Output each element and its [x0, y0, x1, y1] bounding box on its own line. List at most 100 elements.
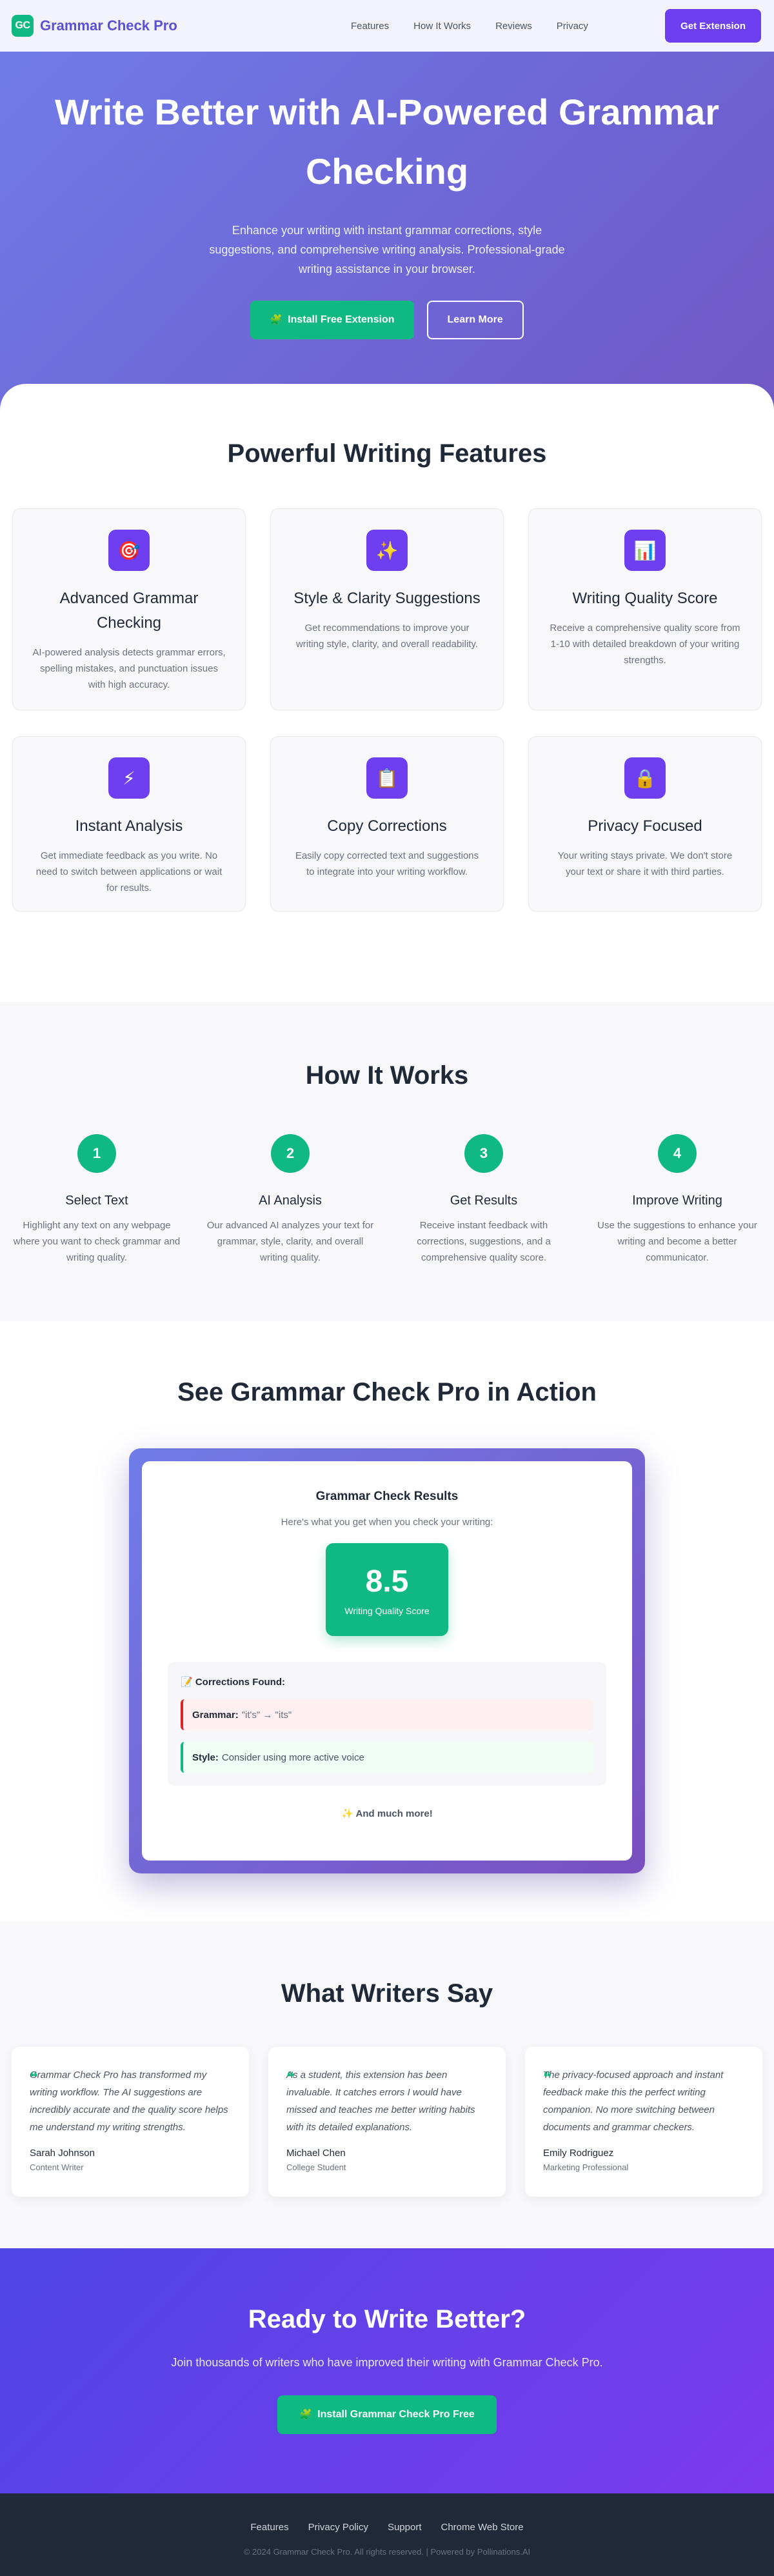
get-extension-button[interactable]: Get Extension — [665, 9, 761, 43]
step-title: Improve Writing — [632, 1193, 722, 1208]
score-label: Writing Quality Score — [344, 1605, 430, 1616]
testimonial-name: Emily Rodriguez — [543, 2148, 614, 2159]
install-grammar-check-pro-button[interactable]: 🧩 Install Grammar Check Pro Free — [277, 2395, 497, 2434]
grammar-value: "it's" → "its" — [241, 1709, 292, 1721]
step: 4 Improve Writing Use the suggestions to… — [593, 1134, 761, 1266]
footer-copyright: © 2024 Grammar Check Pro. All rights res… — [243, 2547, 531, 2557]
puzzle-icon: 🧩 — [270, 315, 283, 326]
install-button-label: Install Free Extension — [288, 314, 395, 325]
step: 3 Get Results Receive instant feedback w… — [400, 1134, 568, 1266]
footer-link-privacy-policy[interactable]: Privacy Policy — [308, 2522, 368, 2533]
demo-card: Grammar Check Results Here's what you ge… — [142, 1461, 632, 1861]
nav-link-privacy[interactable]: Privacy — [557, 21, 588, 32]
step-title: AI Analysis — [259, 1193, 322, 1208]
target-icon: 🎯 — [108, 530, 150, 571]
testimonial-name: Sarah Johnson — [30, 2148, 95, 2159]
step-number: 2 — [271, 1134, 310, 1173]
learn-more-button[interactable]: Learn More — [426, 301, 524, 339]
step-number: 1 — [77, 1134, 116, 1173]
testimonial-card: ❝ The privacy-focused approach and insta… — [525, 2047, 762, 2197]
puzzle-icon: 🧩 — [299, 2410, 313, 2421]
feature-desc: Your writing stays private. We don't sto… — [557, 850, 733, 877]
cta-text: Join thousands of writers who have impro… — [171, 2356, 603, 2369]
clipboard-icon: 📋 — [366, 757, 408, 799]
testimonial-role: College Student — [286, 2162, 346, 2172]
feature-title: Privacy Focused — [588, 817, 702, 835]
top-nav: GC Grammar Check Pro Features How It Wor… — [0, 0, 774, 52]
style-correction: Style: Consider using more active voice — [181, 1742, 593, 1773]
and-much-more: ✨ And much more! — [341, 1808, 433, 1819]
testimonial-text: Grammar Check Pro has transformed my wri… — [30, 2070, 228, 2133]
step-title: Get Results — [450, 1193, 518, 1208]
step-number: 4 — [658, 1134, 697, 1173]
feature-title: Advanced Grammar Checking — [59, 590, 199, 632]
brand-name: Grammar Check Pro — [40, 17, 177, 34]
feature-card: ✨ Style & Clarity Suggestions Get recomm… — [270, 508, 504, 710]
grammar-label: Grammar: — [192, 1709, 239, 1721]
corrections-panel: 📝 Corrections Found: Grammar: "it's" → "… — [168, 1662, 606, 1786]
how-title: How It Works — [305, 1061, 469, 1090]
demo-frame: Grammar Check Results Here's what you ge… — [129, 1448, 645, 1873]
testimonials-title: What Writers Say — [281, 1979, 493, 2008]
sparkles-icon: ✨ — [366, 530, 408, 571]
testimonial-role: Marketing Professional — [543, 2162, 629, 2172]
nav-link-features[interactable]: Features — [351, 21, 389, 32]
testimonial-name: Michael Chen — [286, 2148, 346, 2159]
testimonial-card: ❝ Grammar Check Pro has transformed my w… — [12, 2047, 249, 2197]
quote-icon: ❝ — [543, 2069, 551, 2085]
hero-section: Write Better with AI-Powered Grammar Che… — [0, 52, 774, 410]
step-desc: Use the suggestions to enhance your writ… — [597, 1220, 757, 1263]
feature-title: Style & Clarity Suggestions — [293, 590, 481, 607]
step-desc: Highlight any text on any webpage where … — [13, 1220, 181, 1263]
style-label: Style: — [192, 1752, 219, 1763]
nav-link-how-it-works[interactable]: How It Works — [413, 21, 471, 32]
step: 1 Select Text Highlight any text on any … — [13, 1134, 181, 1266]
feature-card: 🎯 Advanced Grammar Checking AI-powered a… — [12, 508, 246, 710]
results-title: Grammar Check Results — [315, 1490, 459, 1503]
feature-card: 🔒 Privacy Focused Your writing stays pri… — [528, 736, 762, 912]
features-section: Powerful Writing Features 🎯 Advanced Gra… — [0, 384, 774, 1002]
step-desc: Receive instant feedback with correction… — [417, 1220, 551, 1263]
chart-icon: 📊 — [624, 530, 666, 571]
lock-icon: 🔒 — [624, 757, 666, 799]
score-value: 8.5 — [365, 1564, 409, 1599]
testimonial-text: The privacy-focused approach and instant… — [543, 2070, 724, 2133]
footer: Features Privacy Policy Support Chrome W… — [0, 2493, 774, 2576]
feature-desc: Get recommendations to improve your writ… — [295, 623, 479, 650]
demo-title: See Grammar Check Pro in Action — [177, 1378, 597, 1406]
corrections-title: 📝 Corrections Found: — [181, 1677, 286, 1688]
footer-link-support[interactable]: Support — [388, 2522, 422, 2533]
style-value: Consider using more active voice — [221, 1752, 364, 1763]
quality-score-box: 8.5 Writing Quality Score — [326, 1543, 448, 1636]
testimonial-grid: ❝ Grammar Check Pro has transformed my w… — [12, 2047, 762, 2197]
nav-link-reviews[interactable]: Reviews — [495, 21, 532, 32]
step-desc: Our advanced AI analyzes your text for g… — [206, 1220, 374, 1263]
feature-title: Instant Analysis — [75, 817, 183, 835]
feature-title: Writing Quality Score — [572, 590, 718, 607]
results-subtitle: Here's what you get when you check your … — [281, 1517, 493, 1528]
grammar-correction: Grammar: "it's" → "its" — [181, 1699, 593, 1730]
footer-link-chrome-web-store[interactable]: Chrome Web Store — [441, 2522, 524, 2533]
brand[interactable]: GC Grammar Check Pro — [12, 15, 177, 37]
features-title: Powerful Writing Features — [227, 439, 547, 468]
install-free-extension-button[interactable]: 🧩 Install Free Extension — [250, 301, 414, 339]
step-title: Select Text — [65, 1193, 128, 1208]
feature-grid: 🎯 Advanced Grammar Checking AI-powered a… — [12, 508, 762, 912]
feature-desc: Get immediate feedback as you write. No … — [35, 850, 223, 894]
quote-icon: ❝ — [286, 2069, 295, 2085]
nav-links: Features How It Works Reviews Privacy — [351, 21, 588, 32]
footer-links: Features Privacy Policy Support Chrome W… — [0, 2522, 774, 2533]
cta-section: Ready to Write Better? Join thousands of… — [0, 2248, 774, 2493]
cta-button-label: Install Grammar Check Pro Free — [317, 2409, 475, 2420]
hero-subtitle: Enhance your writing with instant gramma… — [209, 224, 565, 275]
quote-icon: ❝ — [30, 2069, 38, 2085]
testimonial-role: Content Writer — [30, 2162, 84, 2172]
demo-section: See Grammar Check Pro in Action Grammar … — [0, 1321, 774, 1921]
footer-link-features[interactable]: Features — [250, 2522, 288, 2533]
lightning-icon: ⚡ — [108, 757, 150, 799]
step-number: 3 — [464, 1134, 503, 1173]
testimonial-text: As a student, this extension has been in… — [286, 2070, 475, 2133]
hero-title: Write Better with AI-Powered Grammar Che… — [54, 92, 719, 192]
how-it-works-section: How It Works 1 Select Text Highlight any… — [0, 1002, 774, 1321]
step: 2 AI Analysis Our advanced AI analyzes y… — [206, 1134, 374, 1266]
